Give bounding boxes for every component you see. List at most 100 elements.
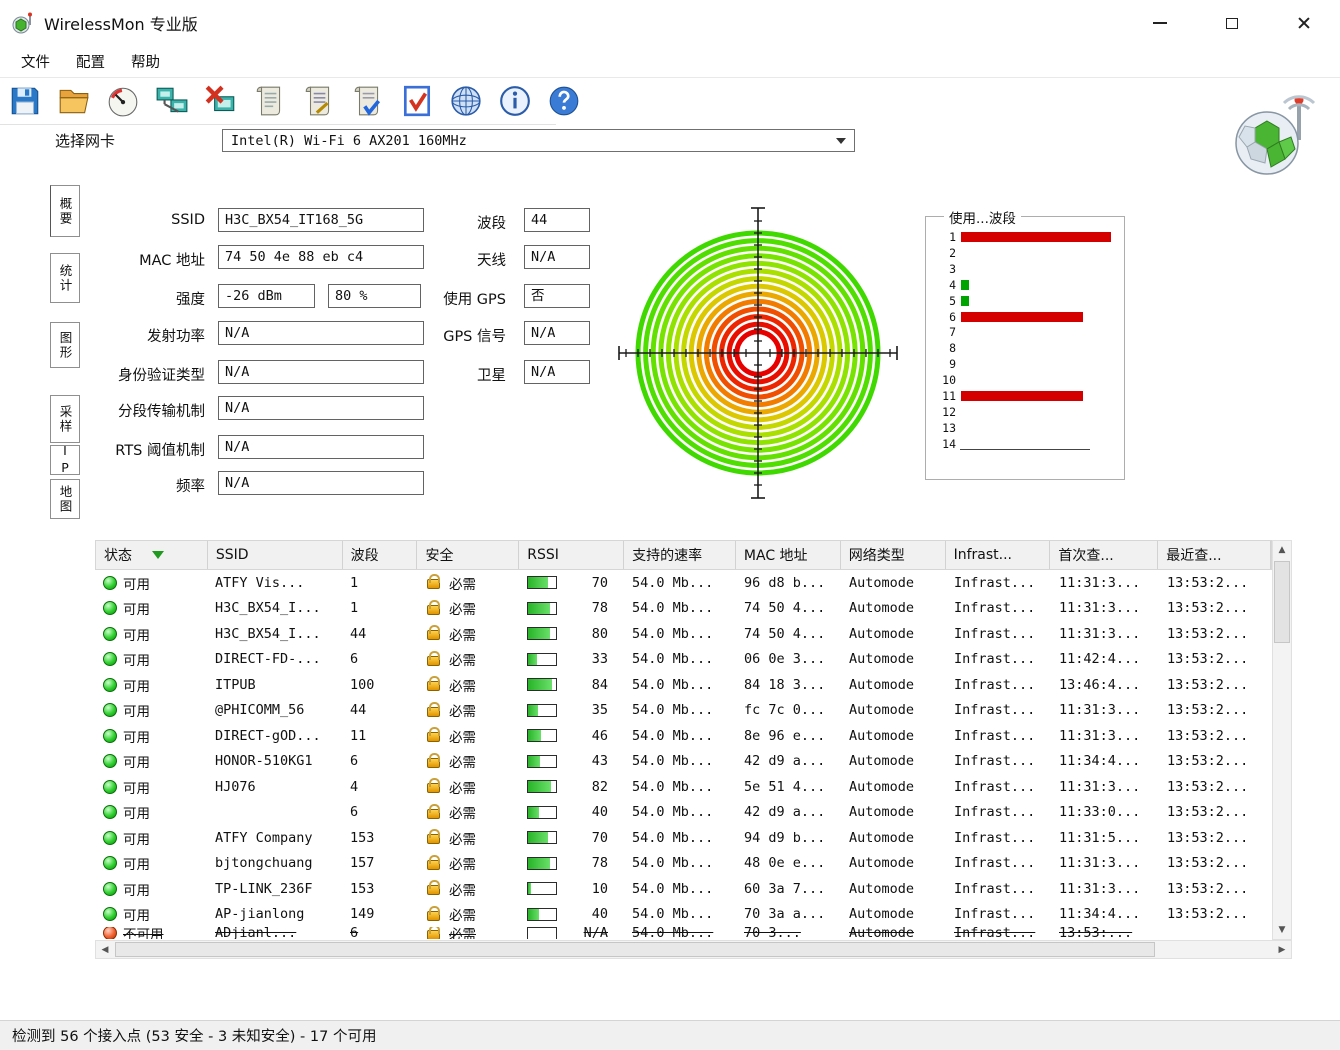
- cell-ssid: ADjianl...: [215, 927, 297, 939]
- channel-usage-panel: 1 2 3 4 5 6 7 8 9 10 11 12 13 14: [925, 216, 1125, 480]
- col-header-security[interactable]: 安全: [417, 541, 520, 569]
- cell-first-seen: 11:31:3...: [1059, 702, 1141, 719]
- maximize-button[interactable]: [1196, 0, 1268, 46]
- channel-usage-row: 12: [942, 404, 956, 419]
- col-header-rssi[interactable]: RSSI: [519, 541, 625, 569]
- info-button[interactable]: [494, 80, 536, 122]
- cell-first-seen: 11:34:4...: [1059, 753, 1141, 770]
- export-log-button[interactable]: [249, 80, 291, 122]
- channel-usage-title: 使用...波段: [944, 207, 1021, 227]
- col-header-mac-address[interactable]: MAC 地址: [736, 541, 841, 569]
- col-header-ssid[interactable]: SSID: [208, 541, 343, 569]
- save-icon: [11, 87, 39, 115]
- cell-mac: 70 3...: [744, 927, 801, 939]
- menu-help[interactable]: 帮助: [118, 47, 173, 76]
- satellites-value[interactable]: N/A: [524, 360, 590, 384]
- menu-file[interactable]: 文件: [8, 47, 63, 76]
- minimize-button[interactable]: [1124, 0, 1196, 46]
- table-row[interactable]: 可用 bjtongchuang 157 必需 78 54.0 Mb... 48 0e e..…: [95, 851, 1272, 877]
- wirelessmon-logo: [1235, 95, 1316, 175]
- use-gps-value[interactable]: 否: [524, 284, 590, 308]
- vertical-scrollbar[interactable]: ▲ ▼: [1272, 540, 1292, 940]
- table-row[interactable]: 可用 DIRECT-FD-... 6 必需 33 54.0 Mb... 06 0e 3...…: [95, 647, 1272, 673]
- cell-infrastructure: Infrast...: [954, 574, 1036, 591]
- gps-signal-value[interactable]: N/A: [524, 321, 590, 345]
- cell-first-seen: 11:31:3...: [1059, 600, 1141, 617]
- cell-network-type: Automode: [849, 880, 915, 897]
- scroll-down-button[interactable]: ▼: [1273, 921, 1291, 939]
- table-row[interactable]: 可用 HJ076 4 必需 82 54.0 Mb... 5e 51 4... Automode…: [95, 774, 1272, 800]
- lock-icon: [427, 803, 440, 819]
- cell-rssi: 80: [519, 621, 624, 647]
- close-button[interactable]: [1268, 0, 1340, 46]
- cell-mac: fc 7c 0...: [744, 702, 826, 719]
- frequency-value[interactable]: N/A: [218, 471, 424, 495]
- cell-security: 必需: [417, 570, 519, 596]
- delete-data-button[interactable]: [200, 80, 242, 122]
- menu-config[interactable]: 配置: [63, 47, 118, 76]
- cell-first-seen: 11:31:3...: [1059, 855, 1141, 872]
- table-row[interactable]: 可用 AP-jianlong 149 必需 40 54.0 Mb... 70 3a a...…: [95, 902, 1272, 928]
- save-button[interactable]: [4, 80, 46, 122]
- table-row[interactable]: 可用 H3C_BX54_I... 1 必需 78 54.0 Mb... 74 50 4...…: [95, 596, 1272, 622]
- vertical-scroll-thumb[interactable]: [1274, 561, 1290, 643]
- cell-last-seen: 13:53:2...: [1167, 829, 1249, 846]
- horizontal-scrollbar[interactable]: ◀ ▶: [95, 940, 1292, 959]
- table-row[interactable]: 可用 6 必需 40 54.0 Mb... 42 d9 a... Automode Infra…: [95, 800, 1272, 826]
- tab-summary[interactable]: 概要: [50, 185, 80, 237]
- cell-ssid: ATFY Vis...: [215, 574, 305, 591]
- scroll-right-button[interactable]: ▶: [1273, 941, 1291, 959]
- cell-mac: 48 0e e...: [744, 855, 826, 872]
- channel-usage-row: 3: [949, 261, 956, 276]
- col-header-network-type[interactable]: 网络类型: [841, 541, 946, 569]
- network-adapters-button[interactable]: [151, 80, 193, 122]
- filter-arrow-icon[interactable]: [152, 551, 164, 559]
- col-header-first-seen[interactable]: 首次查...: [1050, 541, 1159, 569]
- cell-network-type: Automode: [849, 625, 915, 642]
- table-row[interactable]: 可用 DIRECT-gOD... 11 必需 46 54.0 Mb... 8e 96 e..…: [95, 723, 1272, 749]
- table-row[interactable]: 可用 ATFY Vis... 1 必需 70 54.0 Mb... 96 d8 b... Au…: [95, 570, 1272, 596]
- cell-infrastructure: Infrast...: [954, 880, 1036, 897]
- col-header-status[interactable]: 状态: [96, 541, 208, 569]
- toolbar: [4, 80, 585, 124]
- rts-threshold-value[interactable]: N/A: [218, 435, 424, 459]
- channel-label: 波段: [477, 216, 506, 232]
- channel-value[interactable]: 44: [524, 208, 590, 232]
- table-row[interactable]: 可用 HONOR-510KG1 6 必需 43 54.0 Mb... 42 d9 a... A…: [95, 749, 1272, 775]
- checklist-button[interactable]: [396, 80, 438, 122]
- cell-band: 153: [350, 829, 375, 846]
- report-button[interactable]: [298, 80, 340, 122]
- table-row[interactable]: 可用 ITPUB 100 必需 84 54.0 Mb... 84 18 3... Automo…: [95, 672, 1272, 698]
- horizontal-scroll-thumb[interactable]: [115, 942, 1155, 957]
- web-button[interactable]: [445, 80, 487, 122]
- lock-icon: [427, 880, 440, 896]
- cell-rssi: 40: [519, 800, 624, 826]
- open-file-button[interactable]: [53, 80, 95, 122]
- cell-rssi: 43: [519, 749, 624, 775]
- table-row[interactable]: 可用 H3C_BX54_I... 44 必需 80 54.0 Mb... 74 50 4..…: [95, 621, 1272, 647]
- table-row[interactable]: 可用 TP-LINK_236F 153 必需 10 54.0 Mb... 60 3a 7..…: [95, 876, 1272, 902]
- cell-band: 44: [350, 702, 367, 719]
- col-header-band[interactable]: 波段: [343, 541, 418, 569]
- table-row[interactable]: 可用 @PHICOMM_56 44 必需 35 54.0 Mb... fc 7c 0... A…: [95, 698, 1272, 724]
- lock-icon: [427, 727, 440, 743]
- scroll-up-button[interactable]: ▲: [1273, 541, 1291, 559]
- channel-usage-bar: [961, 311, 1083, 322]
- signal-report-button[interactable]: [347, 80, 389, 122]
- col-header-infrastructure[interactable]: Infrast...: [946, 541, 1051, 569]
- toolbar-divider: [0, 124, 556, 125]
- scroll-left-button[interactable]: ◀: [96, 941, 114, 959]
- gauge-button[interactable]: [102, 80, 144, 122]
- help-button[interactable]: [543, 80, 585, 122]
- table-row[interactable]: 可用 ATFY Company 153 必需 70 54.0 Mb... 94 d9 b..…: [95, 825, 1272, 851]
- antenna-value[interactable]: N/A: [524, 245, 590, 269]
- cell-status: 可用: [95, 570, 207, 596]
- fragmentation-value[interactable]: N/A: [218, 396, 424, 420]
- strength-value[interactable]: -26 dBm: [218, 284, 315, 308]
- adapter-select[interactable]: Intel(R) Wi-Fi 6 AX201 160MHz: [222, 129, 855, 152]
- channel-usage-bar: [961, 232, 1111, 242]
- col-header-rates[interactable]: 支持的速率: [624, 541, 736, 569]
- col-header-last-seen[interactable]: 最近查...: [1158, 541, 1272, 569]
- cell-infrastructure: Infrast...: [954, 625, 1036, 642]
- table-row[interactable]: 不可用 ADjianl... 6 必需 N/A 54.0 Mb... 70 3... Auto…: [95, 927, 1272, 939]
